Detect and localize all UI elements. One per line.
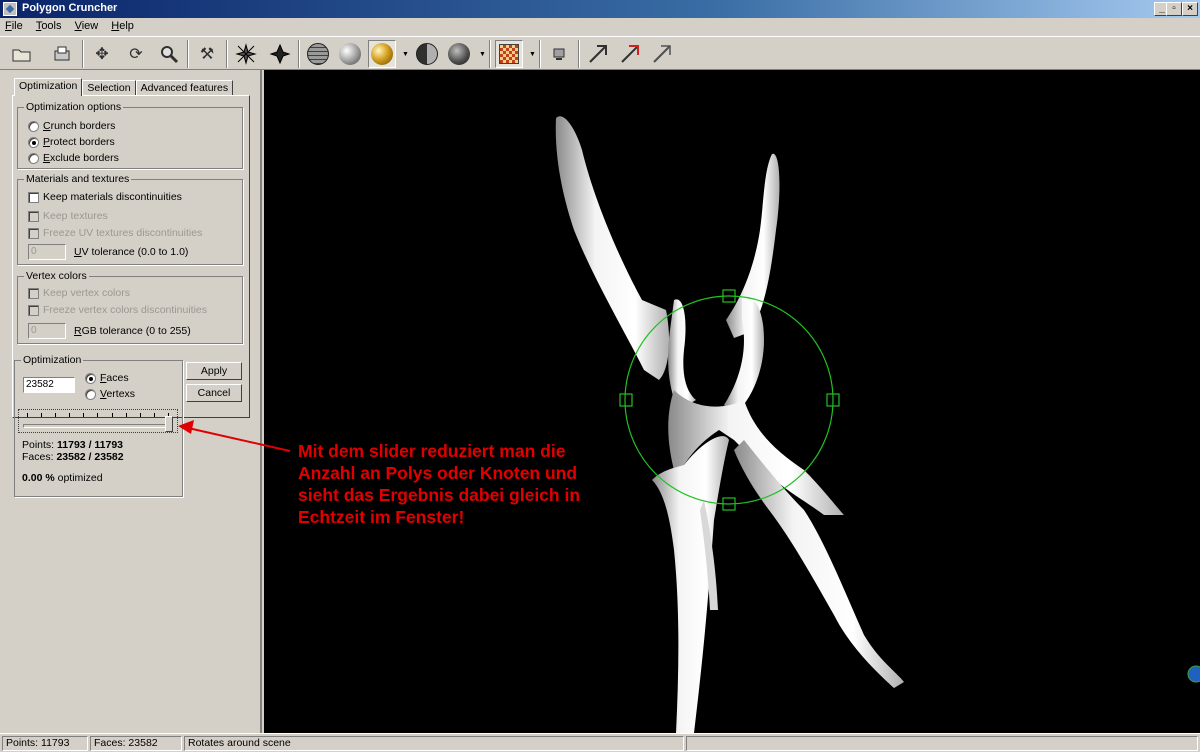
status-faces: Faces: 23582 xyxy=(90,736,182,751)
status-hint: Rotates around scene xyxy=(184,736,684,751)
status-empty xyxy=(686,736,1198,751)
annotation-arrow xyxy=(178,420,291,452)
annotation-text: Mit dem slider reduziert man die Anzahl … xyxy=(298,441,581,527)
tab-optimization[interactable]: Optimization xyxy=(14,78,83,96)
status-bar: Points: 11793 Faces: 23582 Rotates aroun… xyxy=(0,733,1200,752)
status-points: Points: 11793 xyxy=(2,736,88,751)
